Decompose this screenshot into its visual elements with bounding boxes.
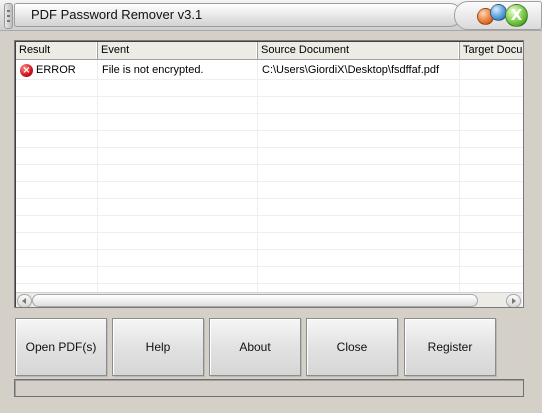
about-button[interactable]: About: [209, 318, 301, 376]
arrow-left-icon: [22, 298, 26, 304]
close-button[interactable]: Close: [306, 318, 398, 376]
row-event: File is not encrypted.: [102, 64, 204, 76]
horizontal-scrollbar[interactable]: [16, 292, 522, 307]
window-title: PDF Password Remover v3.1: [31, 7, 203, 22]
title-pill: PDF Password Remover v3.1: [14, 3, 462, 27]
row-source: C:\Users\GiordiX\Desktop\fsdffaf.pdf: [262, 64, 440, 76]
error-icon: ×: [20, 64, 33, 77]
open-pdfs-button[interactable]: Open PDF(s): [15, 318, 107, 376]
help-button[interactable]: Help: [112, 318, 204, 376]
row-result: ERROR: [36, 64, 76, 76]
register-button[interactable]: Register: [404, 318, 496, 376]
close-window-button[interactable]: X: [505, 4, 528, 27]
column-header-result[interactable]: Result: [16, 42, 98, 59]
close-icon: X: [510, 6, 523, 24]
arrow-right-icon: [512, 298, 516, 304]
window-controls: X: [454, 1, 542, 30]
scroll-left-button[interactable]: [17, 294, 32, 307]
list-rows: × ERROR File is not encrypted. C:\Users\…: [16, 60, 523, 292]
table-row[interactable]: × ERROR File is not encrypted. C:\Users\…: [16, 62, 523, 79]
column-header-event[interactable]: Event: [98, 42, 258, 59]
scroll-thumb[interactable]: [32, 294, 478, 307]
column-header-target[interactable]: Target Document: [460, 42, 523, 59]
column-header-source[interactable]: Source Document: [258, 42, 460, 59]
scroll-right-button[interactable]: [506, 294, 521, 307]
results-list[interactable]: Result Event Source Document Target Docu…: [14, 40, 524, 308]
window-grip[interactable]: [4, 3, 13, 29]
status-bar: [14, 379, 524, 397]
list-header: Result Event Source Document Target Docu…: [16, 42, 523, 60]
title-bar[interactable]: PDF Password Remover v3.1 X: [0, 0, 542, 31]
